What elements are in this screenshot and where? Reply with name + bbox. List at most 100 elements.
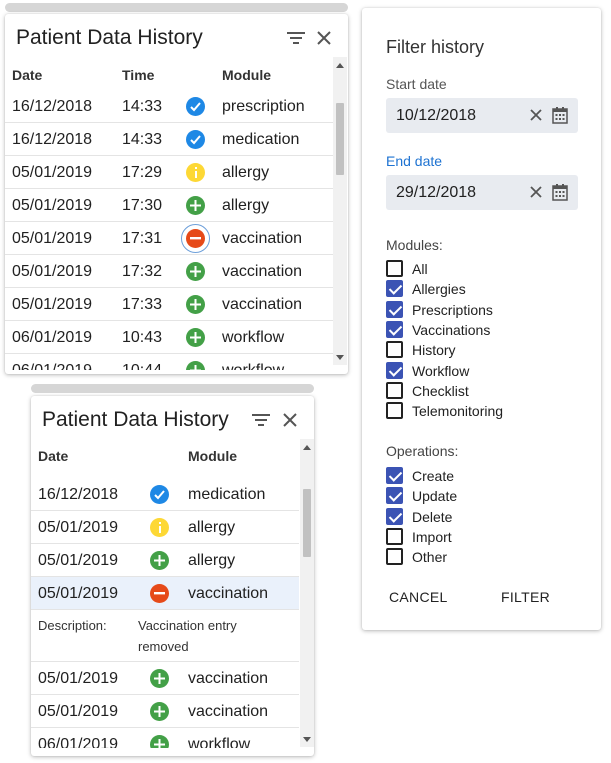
checkbox[interactable] [386,527,403,545]
column-header-time[interactable]: Time [122,67,154,83]
plus-icon[interactable] [186,262,205,281]
scrollbar[interactable] [333,57,347,365]
checkbox-row[interactable]: Telemonitoring [386,401,576,421]
close-icon[interactable] [279,409,301,431]
table-row[interactable]: 05/01/2019 allergy [31,544,299,577]
checkbox-row[interactable]: All [386,259,576,279]
clear-icon[interactable] [529,108,543,122]
checkbox[interactable] [386,361,403,379]
minus-icon[interactable] [181,224,210,253]
checkbox[interactable] [386,381,403,399]
table-row[interactable]: 05/01/2019 17:29 allergy [5,156,333,189]
table-row[interactable]: 05/01/2019 17:31 vaccination [5,222,333,255]
checkbox-row[interactable]: Create [386,466,576,486]
end-date-field[interactable]: 29/12/2018 [386,175,578,210]
row-date: 05/01/2019 [12,230,93,247]
table-row[interactable]: 05/01/2019 17:30 allergy [5,189,333,222]
table-row[interactable]: 05/01/2019 17:32 vaccination [5,255,333,288]
checkbox-label: Other [412,549,448,566]
filter-button[interactable]: FILTER [501,589,550,605]
row-time: 17:32 [122,263,163,280]
plus-icon[interactable] [150,735,169,748]
checkbox[interactable] [386,402,403,420]
table-row[interactable]: 06/01/2019 10:44 workflow [5,354,333,370]
scroll-thumb[interactable] [303,489,311,557]
scrollbar[interactable] [300,439,314,747]
drag-handle[interactable] [5,3,348,12]
table-row[interactable]: 06/01/2019 10:43 workflow [5,321,333,354]
end-date-value[interactable]: 29/12/2018 [396,175,476,210]
checkbox[interactable] [386,467,403,484]
scroll-thumb[interactable] [336,103,344,175]
column-header-module[interactable]: Module [188,448,237,464]
plus-icon[interactable] [186,295,205,314]
cancel-button[interactable]: CANCEL [389,589,448,605]
checkbox-row[interactable]: Import [386,527,576,547]
minus-icon[interactable] [150,584,169,603]
checkbox[interactable] [386,548,403,566]
plus-icon[interactable] [186,328,205,347]
plus-icon[interactable] [186,196,205,215]
checkbox[interactable] [386,341,403,359]
scroll-up-arrow[interactable] [303,445,311,450]
row-date: 05/01/2019 [38,519,119,536]
filter-icon[interactable] [250,409,272,431]
checkbox-label: Vaccinations [412,321,491,338]
start-date-value[interactable]: 10/12/2018 [396,98,476,133]
plus-icon[interactable] [150,551,169,570]
plus-icon[interactable] [150,669,169,688]
table-row[interactable]: 05/01/2019 vaccination [31,662,299,695]
panel-header: Patient Data History [5,14,348,66]
row-module: medication [188,486,266,503]
drag-handle[interactable] [31,384,314,393]
checkbox-row[interactable]: Delete [386,507,576,527]
filter-title: Filter history [386,37,485,57]
info-icon[interactable] [150,518,169,537]
table-row[interactable]: 16/12/2018 14:33 medication [5,123,333,156]
checkbox-row[interactable]: History [386,340,576,360]
filter-icon[interactable] [285,27,307,49]
checkbox-row[interactable]: Checklist [386,381,576,401]
table-row[interactable]: 16/12/2018 medication [31,478,299,511]
row-date: 16/12/2018 [38,486,119,503]
table-row[interactable]: 06/01/2019 workflow [31,728,299,748]
checkbox[interactable] [386,280,403,298]
checkbox-row[interactable]: Workflow [386,361,576,381]
calendar-icon[interactable] [552,184,568,201]
description-text: Vaccination entry [138,618,237,633]
info-icon[interactable] [186,163,205,182]
checkbox-row[interactable]: Other [386,547,576,567]
start-date-field[interactable]: 10/12/2018 [386,98,578,133]
check-icon[interactable] [150,485,169,504]
row-module: workflow [188,736,251,748]
checkbox-row[interactable]: Prescriptions [386,300,576,320]
table-row[interactable]: 05/01/2019 17:33 vaccination [5,288,333,321]
table-row[interactable]: 05/01/2019 vaccination [31,577,299,610]
checkbox[interactable] [386,300,403,318]
table-row[interactable]: 05/01/2019 vaccination [31,695,299,728]
table-row[interactable]: 16/12/2018 14:33 prescription [5,90,333,123]
checkbox-row[interactable]: Allergies [386,279,576,299]
check-icon[interactable] [186,130,205,149]
checkbox[interactable] [386,260,403,277]
checkbox-row[interactable]: Vaccinations [386,320,576,340]
check-icon[interactable] [186,97,205,116]
column-header-date[interactable]: Date [38,448,68,464]
checkbox[interactable] [386,507,403,525]
clear-icon[interactable] [529,185,543,199]
row-time: 17:30 [122,197,163,214]
checkbox[interactable] [386,320,403,338]
close-icon[interactable] [313,27,335,49]
column-header-module[interactable]: Module [222,67,271,83]
plus-icon[interactable] [150,702,169,721]
checkbox-row[interactable]: Update [386,486,576,506]
scroll-down-arrow[interactable] [336,355,344,360]
plus-icon[interactable] [186,361,205,370]
scroll-up-arrow[interactable] [336,63,344,68]
row-module: vaccination [222,263,303,280]
calendar-icon[interactable] [552,107,568,124]
scroll-down-arrow[interactable] [303,737,311,742]
table-row[interactable]: 05/01/2019 allergy [31,511,299,544]
column-header-date[interactable]: Date [12,67,42,83]
checkbox[interactable] [386,487,403,505]
